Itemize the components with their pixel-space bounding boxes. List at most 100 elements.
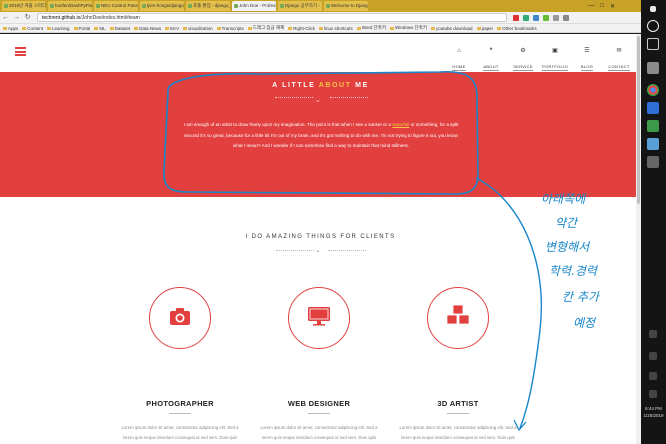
- divider-dotted: [275, 97, 313, 98]
- service-title: 3D ARTIST: [437, 399, 479, 408]
- nav-blog[interactable]: ☰ BLOG: [571, 47, 603, 73]
- list-icon: ☰: [584, 48, 590, 54]
- close-button[interactable]: ✕: [610, 3, 615, 10]
- service-divider: [308, 413, 330, 414]
- browser-tab[interactable]: tjvm-hongs/django_: [140, 1, 184, 11]
- bookmark-item[interactable]: Apps: [3, 26, 18, 31]
- annotation-line: 칸 추가: [562, 290, 599, 304]
- service-divider: [169, 413, 191, 414]
- bookmark-item[interactable]: youtube download: [431, 26, 473, 31]
- hamburger-menu-icon[interactable]: [15, 47, 26, 56]
- about-title: A LITTLE ABOUT ME: [0, 82, 641, 89]
- bookmark-item[interactable]: linux shortcuts: [319, 26, 353, 31]
- back-icon[interactable]: ←: [0, 12, 11, 23]
- browser-tab[interactable]: NEU Control Panel: [94, 1, 138, 11]
- divider-dotted: [276, 250, 314, 251]
- notification-icon[interactable]: [650, 6, 656, 12]
- menu-icon[interactable]: [563, 14, 569, 21]
- maximize-button[interactable]: □: [600, 3, 604, 9]
- bookmark-item[interactable]: Transcripts: [217, 26, 244, 31]
- extension-icon[interactable]: [523, 14, 529, 21]
- envelope-icon: ✉: [616, 48, 622, 54]
- browser-tab[interactable]: hoofen/DashPyFlaskm: [48, 1, 92, 11]
- bookmark-item[interactable]: Learning: [47, 26, 70, 31]
- tray-icon[interactable]: [649, 330, 657, 338]
- bookmark-item[interactable]: paper: [477, 26, 494, 31]
- divider-dotted: [330, 97, 368, 98]
- browser-tab[interactable]: Welcome to Django: [324, 1, 368, 11]
- minimize-button[interactable]: —: [588, 3, 594, 9]
- cortana-icon[interactable]: [647, 20, 659, 32]
- camera-icon: [170, 308, 190, 325]
- nav-about-label: ABOUT: [483, 64, 499, 71]
- battery-icon[interactable]: [649, 390, 657, 398]
- browser-tab[interactable]: Django 공부하기 -: [278, 1, 322, 11]
- service-description: Lorem ipsum dolor sit amet, consectetur …: [260, 425, 378, 440]
- app-icon[interactable]: [647, 138, 659, 150]
- bookmark-item[interactable]: Right-Click: [288, 26, 315, 31]
- task-view-icon[interactable]: [647, 38, 659, 50]
- about-paragraph: I am enough of an artist to draw freely …: [180, 120, 462, 152]
- browser-tab-strip: 2018년 겨울 스터디 hoofen/DashPyFlaskm NEU Con…: [0, 0, 641, 12]
- annotation-line: 아래쪽에: [541, 192, 586, 206]
- bookmark-item[interactable]: Content: [22, 26, 43, 31]
- clock-time: 6:44 PM: [645, 406, 662, 411]
- nav-contact[interactable]: ✉ CONTACT: [603, 47, 635, 73]
- scrollbar-thumb[interactable]: [637, 36, 640, 204]
- bookmark-item[interactable]: Other bookmarks: [497, 26, 537, 31]
- quote-icon: ❝: [489, 48, 493, 54]
- chrome-icon[interactable]: [647, 84, 659, 96]
- divider-dotted: [328, 250, 366, 251]
- bookmark-item[interactable]: Dataset: [110, 26, 131, 31]
- bookmark-item[interactable]: Data News: [134, 26, 161, 31]
- nav-service[interactable]: ⚙ SERVICE: [507, 47, 539, 73]
- service-title: WEB DESIGNER: [287, 399, 351, 408]
- home-icon: ⌂: [457, 48, 461, 54]
- about-title-post: ME: [351, 82, 369, 89]
- app-icon[interactable]: [647, 156, 659, 168]
- reload-icon[interactable]: ↻: [22, 12, 33, 23]
- extension-icon[interactable]: [543, 14, 549, 21]
- bookmark-item[interactable]: ML: [94, 26, 105, 31]
- nav-blog-label: BLOG: [580, 64, 594, 71]
- volume-icon[interactable]: [649, 352, 657, 360]
- annotation-line: 변형해서: [545, 240, 590, 254]
- browser-tab-active[interactable]: John Doe - Professi: [232, 1, 276, 11]
- bookmark-item[interactable]: EKV: [165, 26, 179, 31]
- bookmark-item[interactable]: visualization: [183, 26, 213, 31]
- monitor-icon: [308, 307, 330, 326]
- extension-icon[interactable]: [533, 14, 539, 21]
- nav-portfolio-label: PORTFOLIO: [542, 64, 568, 71]
- nav-contact-label: CONTACT: [608, 64, 630, 71]
- address-bar-row: ← → ↻ techrent.github.io/JohnDoe/index.h…: [0, 12, 641, 24]
- extension-icon[interactable]: [553, 14, 559, 21]
- about-title-pre: A LITTLE: [272, 82, 319, 89]
- browser-tab[interactable]: 포폴 편집 - django_: [186, 1, 230, 11]
- nav-portfolio[interactable]: ▣ PORTFOLIO: [539, 47, 571, 73]
- bookmark-item[interactable]: 드래그 잠금 해제: [248, 25, 284, 31]
- app-icon[interactable]: [647, 102, 659, 114]
- bookmark-item[interactable]: Portal: [74, 26, 91, 31]
- extension-icon[interactable]: [513, 14, 519, 21]
- nav-home[interactable]: ⌂ HOME: [443, 47, 475, 73]
- browser-tab[interactable]: 2018년 겨울 스터디: [2, 1, 46, 11]
- url-input[interactable]: techrent.github.io/JohnDoe/index.html#te…: [37, 13, 507, 22]
- forward-icon[interactable]: →: [11, 12, 22, 23]
- chevron-down-icon: ⌄: [315, 97, 321, 104]
- nav-home-label: HOME: [452, 64, 466, 71]
- bookmark-item[interactable]: Word 단축키: [357, 25, 386, 31]
- service-description: Lorem ipsum dolor sit amet, consectetur …: [399, 425, 517, 440]
- image-icon: ▣: [552, 48, 558, 54]
- waterfall-link[interactable]: waterfall: [392, 122, 409, 127]
- nav-about[interactable]: ❝ ABOUT: [475, 47, 507, 73]
- bookmark-item[interactable]: Windows 단축키: [390, 25, 427, 31]
- clock-date: 1/25/2019: [643, 413, 664, 418]
- chevron-down-icon: ⌄: [315, 247, 321, 254]
- app-icon[interactable]: [647, 62, 659, 74]
- about-title-accent: ABOUT: [318, 82, 352, 89]
- app-icon[interactable]: [647, 120, 659, 132]
- network-icon[interactable]: [649, 372, 657, 380]
- taskbar-clock[interactable]: 6:44 PM 1/25/2019: [641, 405, 666, 419]
- annotation-line: 예정: [573, 316, 596, 330]
- service-description: Lorem ipsum dolor sit amet, consectetur …: [121, 425, 239, 440]
